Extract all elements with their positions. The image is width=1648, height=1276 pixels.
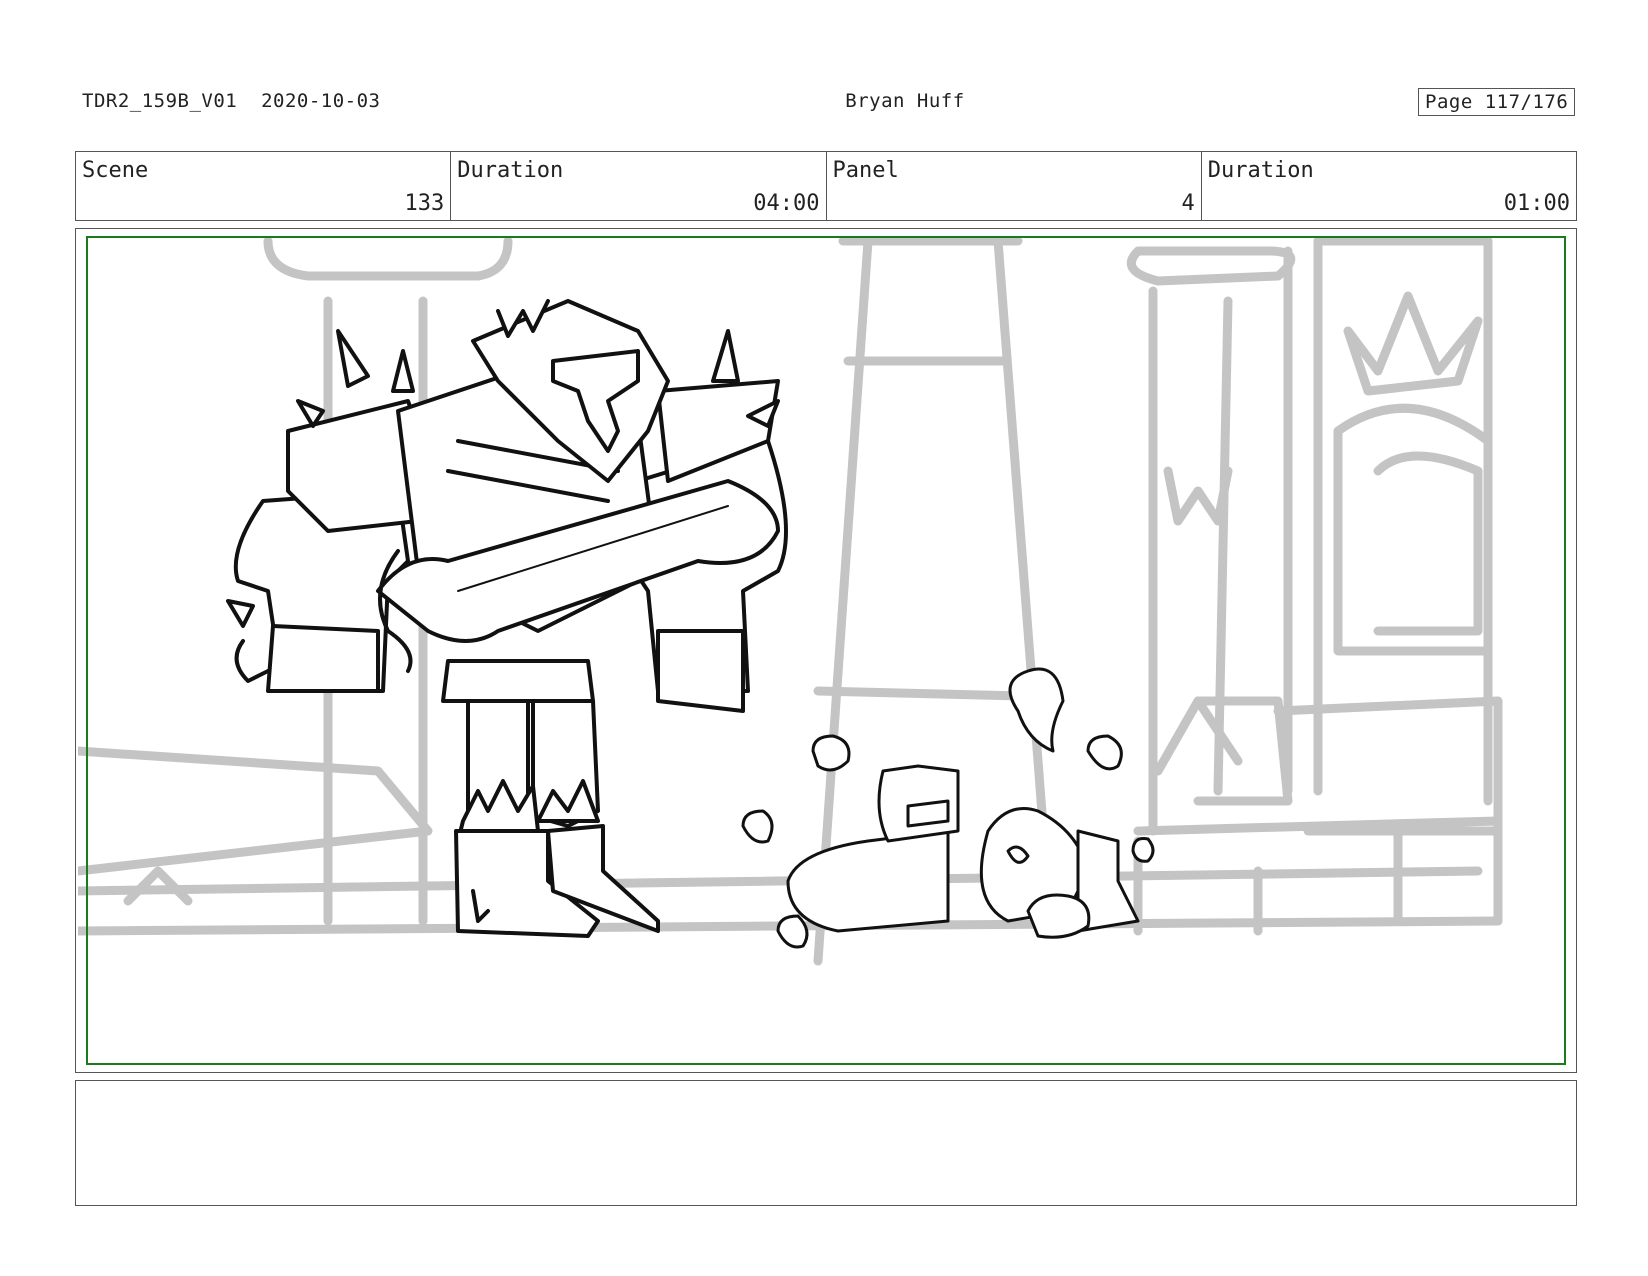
scene-info-bar: Scene 133 Duration 04:00 Panel 4 Duratio…	[75, 151, 1577, 221]
panel-label: Panel	[832, 158, 899, 183]
page-number: Page 117/176	[1418, 88, 1576, 116]
scene-duration-label: Duration	[457, 158, 564, 183]
scene-cell: Scene 133	[76, 152, 452, 220]
scene-duration-value: 04:00	[753, 191, 820, 216]
panel-duration-label: Duration	[1207, 158, 1314, 183]
panel-cell: Panel 4	[827, 152, 1202, 220]
panel-duration-value: 01:00	[1503, 191, 1570, 216]
panel-notes-box	[75, 1080, 1577, 1206]
scene-label: Scene	[82, 158, 149, 183]
panel-duration-cell: Duration 01:00	[1202, 152, 1576, 220]
artist-name: Bryan Huff	[845, 90, 965, 112]
scene-duration-cell: Duration 04:00	[451, 152, 827, 220]
title-safe-frame	[86, 236, 1566, 1065]
scene-value: 133	[404, 191, 445, 216]
panel-value: 4	[1181, 191, 1195, 216]
